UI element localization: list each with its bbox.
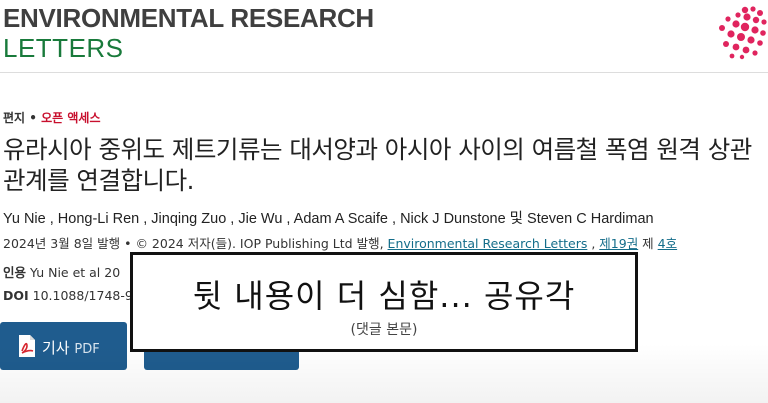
doi-row: DOI 10.1088/1748-9	[3, 288, 133, 303]
journal-title[interactable]: ENVIRONMENTAL RESEARCH	[3, 3, 374, 33]
article-title: 유라시아 중위도 제트기류는 대서양과 아시아 사이의 여름철 폭염 원격 상관…	[3, 135, 752, 195]
citation-row: 인용 Yu Nie et al 20	[3, 262, 120, 281]
header-divider	[0, 72, 768, 73]
journal-link[interactable]: Environmental Research Letters	[388, 236, 588, 251]
pdf-button-label: 기사 PDF	[42, 337, 100, 358]
doi-label: DOI	[3, 288, 29, 303]
publication-info: 2024년 3월 8일 발행 • © 2024 저자(들). IOP Publi…	[3, 233, 677, 252]
pdf-button-text: 기사	[42, 339, 70, 357]
article-type: 편지 • 오픈 액세스	[3, 109, 101, 126]
issue-prefix: 제	[638, 236, 658, 251]
citation-label: 인용	[3, 265, 27, 280]
caption-overlay: 뒷 내용이 더 심함... 공유각 (댓글 본문)	[130, 252, 638, 352]
overlay-sub-text: (댓글 본문)	[350, 322, 418, 338]
author-list[interactable]: Yu Nie , Hong-Li Ren , Jinqing Zuo , Jie…	[3, 207, 654, 228]
publication-date-text: 2024년 3월 8일 발행 • © 2024 저자(들). IOP Publi…	[3, 236, 384, 251]
issue-link[interactable]: 4호	[658, 236, 677, 251]
pdf-file-icon	[19, 335, 35, 357]
doi-text[interactable]: 10.1088/1748-9	[33, 288, 133, 303]
citation-text: Yu Nie et al 20	[30, 265, 121, 280]
article-type-label: 편지 •	[3, 111, 42, 125]
open-access-badge: 오픈 액세스	[41, 111, 101, 125]
journal-subtitle[interactable]: LETTERS	[3, 33, 124, 63]
pdf-button-suffix: PDF	[74, 342, 100, 357]
iop-logo-icon[interactable]	[714, 4, 768, 60]
article-pdf-button[interactable]: 기사 PDF	[0, 322, 127, 370]
overlay-main-text: 뒷 내용이 더 심함... 공유각	[192, 277, 576, 315]
volume-link[interactable]: 제19권	[599, 236, 638, 251]
